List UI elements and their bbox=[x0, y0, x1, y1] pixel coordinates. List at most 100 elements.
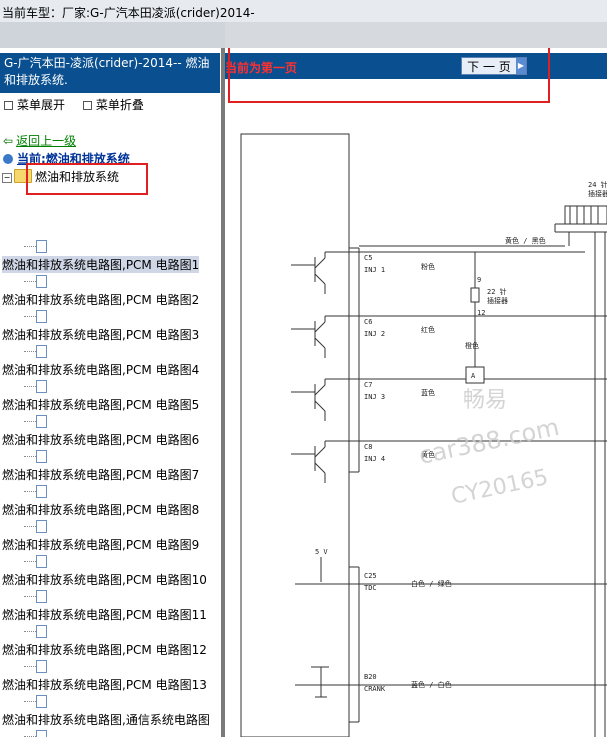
square-icon bbox=[4, 101, 13, 110]
document-icon bbox=[36, 660, 47, 673]
tree-item[interactable]: 燃油和排放系统电路图,通信系统电路图 bbox=[0, 728, 222, 737]
tree-item-label: 燃油和排放系统电路图,PCM 电路图9 bbox=[2, 538, 200, 552]
svg-text:C5: C5 bbox=[364, 254, 372, 262]
tree-connector bbox=[24, 246, 36, 247]
document-icon bbox=[36, 345, 47, 358]
tree-item[interactable]: 燃油和排放系统电路图,PCM 电路图10 bbox=[0, 553, 222, 588]
svg-text:C6: C6 bbox=[364, 318, 372, 326]
svg-text:5 V: 5 V bbox=[315, 548, 328, 556]
svg-text:12: 12 bbox=[477, 309, 485, 317]
tree-item[interactable]: 燃油和排放系统电路图,PCM 电路图8 bbox=[0, 483, 222, 518]
svg-text:car388.com: car388.com bbox=[416, 413, 561, 470]
tree-item[interactable]: 燃油和排放系统电路图,PCM 电路图11 bbox=[0, 588, 222, 623]
svg-text:白色 / 绿色: 白色 / 绿色 bbox=[411, 579, 452, 588]
tree-item[interactable]: 燃油和排放系统电路图,PCM 电路图12 bbox=[0, 623, 222, 658]
svg-text:TDC: TDC bbox=[364, 584, 377, 592]
document-icon bbox=[36, 695, 47, 708]
svg-text:C8: C8 bbox=[364, 443, 372, 451]
menu-controls: 菜单展开 菜单折叠 bbox=[2, 96, 156, 113]
tree-connector bbox=[24, 351, 36, 352]
svg-text:C7: C7 bbox=[364, 381, 372, 389]
tree-item-label: 燃油和排放系统电路图,PCM 电路图10 bbox=[2, 573, 207, 587]
svg-text:红色: 红色 bbox=[421, 325, 435, 334]
document-icon bbox=[36, 730, 47, 737]
tree-item-label: 燃油和排放系统电路图,PCM 电路图1 bbox=[2, 256, 200, 273]
svg-text:插接器: 插接器 bbox=[588, 189, 607, 198]
document-icon bbox=[36, 555, 47, 568]
tree-item-label: 燃油和排放系统电路图,PCM 电路图5 bbox=[2, 398, 200, 412]
tree-item[interactable]: 燃油和排放系统电路图,通信系统电路图 bbox=[0, 693, 222, 728]
collapse-icon[interactable]: − bbox=[2, 172, 12, 183]
tree-connector bbox=[24, 421, 36, 422]
panel-title: G-广汽本田-凌派(crider)-2014-- 燃油和排放系统. bbox=[0, 53, 220, 93]
document-icon bbox=[36, 240, 47, 253]
left-panel: G-广汽本田-凌派(crider)-2014-- 燃油和排放系统. 菜单展开 菜… bbox=[0, 48, 222, 737]
tree-connector bbox=[24, 701, 36, 702]
svg-text:粉色: 粉色 bbox=[421, 262, 435, 271]
svg-text:INJ 3: INJ 3 bbox=[364, 393, 385, 401]
tree-item-label: 燃油和排放系统电路图,PCM 电路图11 bbox=[2, 608, 207, 622]
right-panel: 当前为第一页 下 一 页 ▶ 24 针 插接器 黄色 / 黑色 C5 INJ 1… bbox=[225, 48, 607, 737]
top-bar: 当前车型：厂家:G-广汽本田凌派(crider)2014- bbox=[0, 0, 607, 22]
tree-connector bbox=[24, 281, 36, 282]
toolbar-strip bbox=[0, 22, 607, 48]
tree-item[interactable]: 燃油和排放系统电路图,PCM 电路图7 bbox=[0, 448, 222, 483]
tree-item[interactable]: 燃油和排放系统电路图,PCM 电路图4 bbox=[0, 343, 222, 378]
svg-text:B20: B20 bbox=[364, 673, 377, 681]
tree-item-label: 燃油和排放系统电路图,PCM 电路图12 bbox=[2, 643, 207, 657]
tree-connector bbox=[24, 386, 36, 387]
tree-item-label: 燃油和排放系统电路图,PCM 电路图13 bbox=[2, 678, 207, 692]
tree-item-label: 燃油和排放系统电路图,PCM 电路图7 bbox=[2, 468, 200, 482]
tree-connector bbox=[24, 666, 36, 667]
svg-text:黄色 / 黑色: 黄色 / 黑色 bbox=[505, 236, 546, 245]
tree-connector bbox=[24, 316, 36, 317]
svg-text:INJ 4: INJ 4 bbox=[364, 455, 385, 463]
tree-connector bbox=[24, 631, 36, 632]
tree-connector bbox=[24, 596, 36, 597]
back-link[interactable]: ⇦ 返回上一级 bbox=[3, 132, 76, 149]
wiring-diagram: 24 针 插接器 黄色 / 黑色 C5 INJ 1 粉色 C6 INJ 2 红色… bbox=[240, 133, 607, 737]
tree-item[interactable]: 燃油和排放系统电路图,PCM 电路图13 bbox=[0, 658, 222, 693]
tree-item-label: 燃油和排放系统电路图,PCM 电路图6 bbox=[2, 433, 200, 447]
vehicle-value: 厂家:G-广汽本田凌派(crider)2014- bbox=[62, 6, 255, 20]
tree-connector bbox=[24, 561, 36, 562]
svg-text:CRANK: CRANK bbox=[364, 685, 386, 693]
tree-item[interactable]: 燃油和排放系统电路图,PCM 电路图1 bbox=[0, 238, 222, 273]
tree-item[interactable]: 燃油和排放系统电路图,PCM 电路图6 bbox=[0, 413, 222, 448]
highlight-box bbox=[228, 48, 550, 103]
document-icon bbox=[36, 590, 47, 603]
back-arrow-icon: ⇦ bbox=[3, 134, 14, 148]
svg-text:蓝色: 蓝色 bbox=[421, 388, 435, 397]
svg-text:INJ 2: INJ 2 bbox=[364, 330, 385, 338]
document-icon bbox=[36, 415, 47, 428]
square-icon bbox=[82, 101, 92, 110]
vehicle-info: 当前车型：厂家:G-广汽本田凌派(crider)2014- bbox=[2, 4, 255, 21]
tree-item[interactable]: 燃油和排放系统电路图,PCM 电路图9 bbox=[0, 518, 222, 553]
document-icon bbox=[36, 275, 47, 288]
document-icon bbox=[36, 450, 47, 463]
document-icon bbox=[36, 625, 47, 638]
globe-icon bbox=[3, 154, 13, 164]
document-icon bbox=[36, 380, 47, 393]
tree-item-label: 燃油和排放系统电路图,PCM 电路图2 bbox=[2, 293, 200, 307]
tree-item[interactable]: 燃油和排放系统电路图,PCM 电路图3 bbox=[0, 308, 222, 343]
tree-item[interactable]: 燃油和排放系统电路图,PCM 电路图2 bbox=[0, 273, 222, 308]
tree-connector bbox=[24, 456, 36, 457]
menu-collapse-button[interactable]: 菜单折叠 bbox=[81, 98, 144, 112]
svg-text:INJ 1: INJ 1 bbox=[364, 266, 385, 274]
tree-list: 燃油和排放系统电路图,PCM 电路图1 燃油和排放系统电路图,PCM 电路图2 燃油… bbox=[0, 238, 222, 737]
vehicle-label: 当前车型： bbox=[2, 6, 63, 20]
document-icon bbox=[36, 485, 47, 498]
svg-text:C25: C25 bbox=[364, 572, 377, 580]
tree-item-label: 燃油和排放系统电路图,PCM 电路图3 bbox=[2, 328, 200, 342]
svg-text:蓝色 / 白色: 蓝色 / 白色 bbox=[411, 680, 452, 689]
svg-text:24 针: 24 针 bbox=[588, 180, 607, 189]
svg-text:CY20165: CY20165 bbox=[449, 465, 550, 510]
svg-text:9: 9 bbox=[477, 276, 481, 284]
svg-text:畅易: 畅易 bbox=[463, 388, 507, 413]
tree-connector bbox=[24, 491, 36, 492]
highlight-box bbox=[26, 163, 148, 195]
svg-text:22 针: 22 针 bbox=[487, 287, 507, 296]
menu-expand-button[interactable]: 菜单展开 bbox=[2, 98, 65, 112]
tree-item[interactable]: 燃油和排放系统电路图,PCM 电路图5 bbox=[0, 378, 222, 413]
